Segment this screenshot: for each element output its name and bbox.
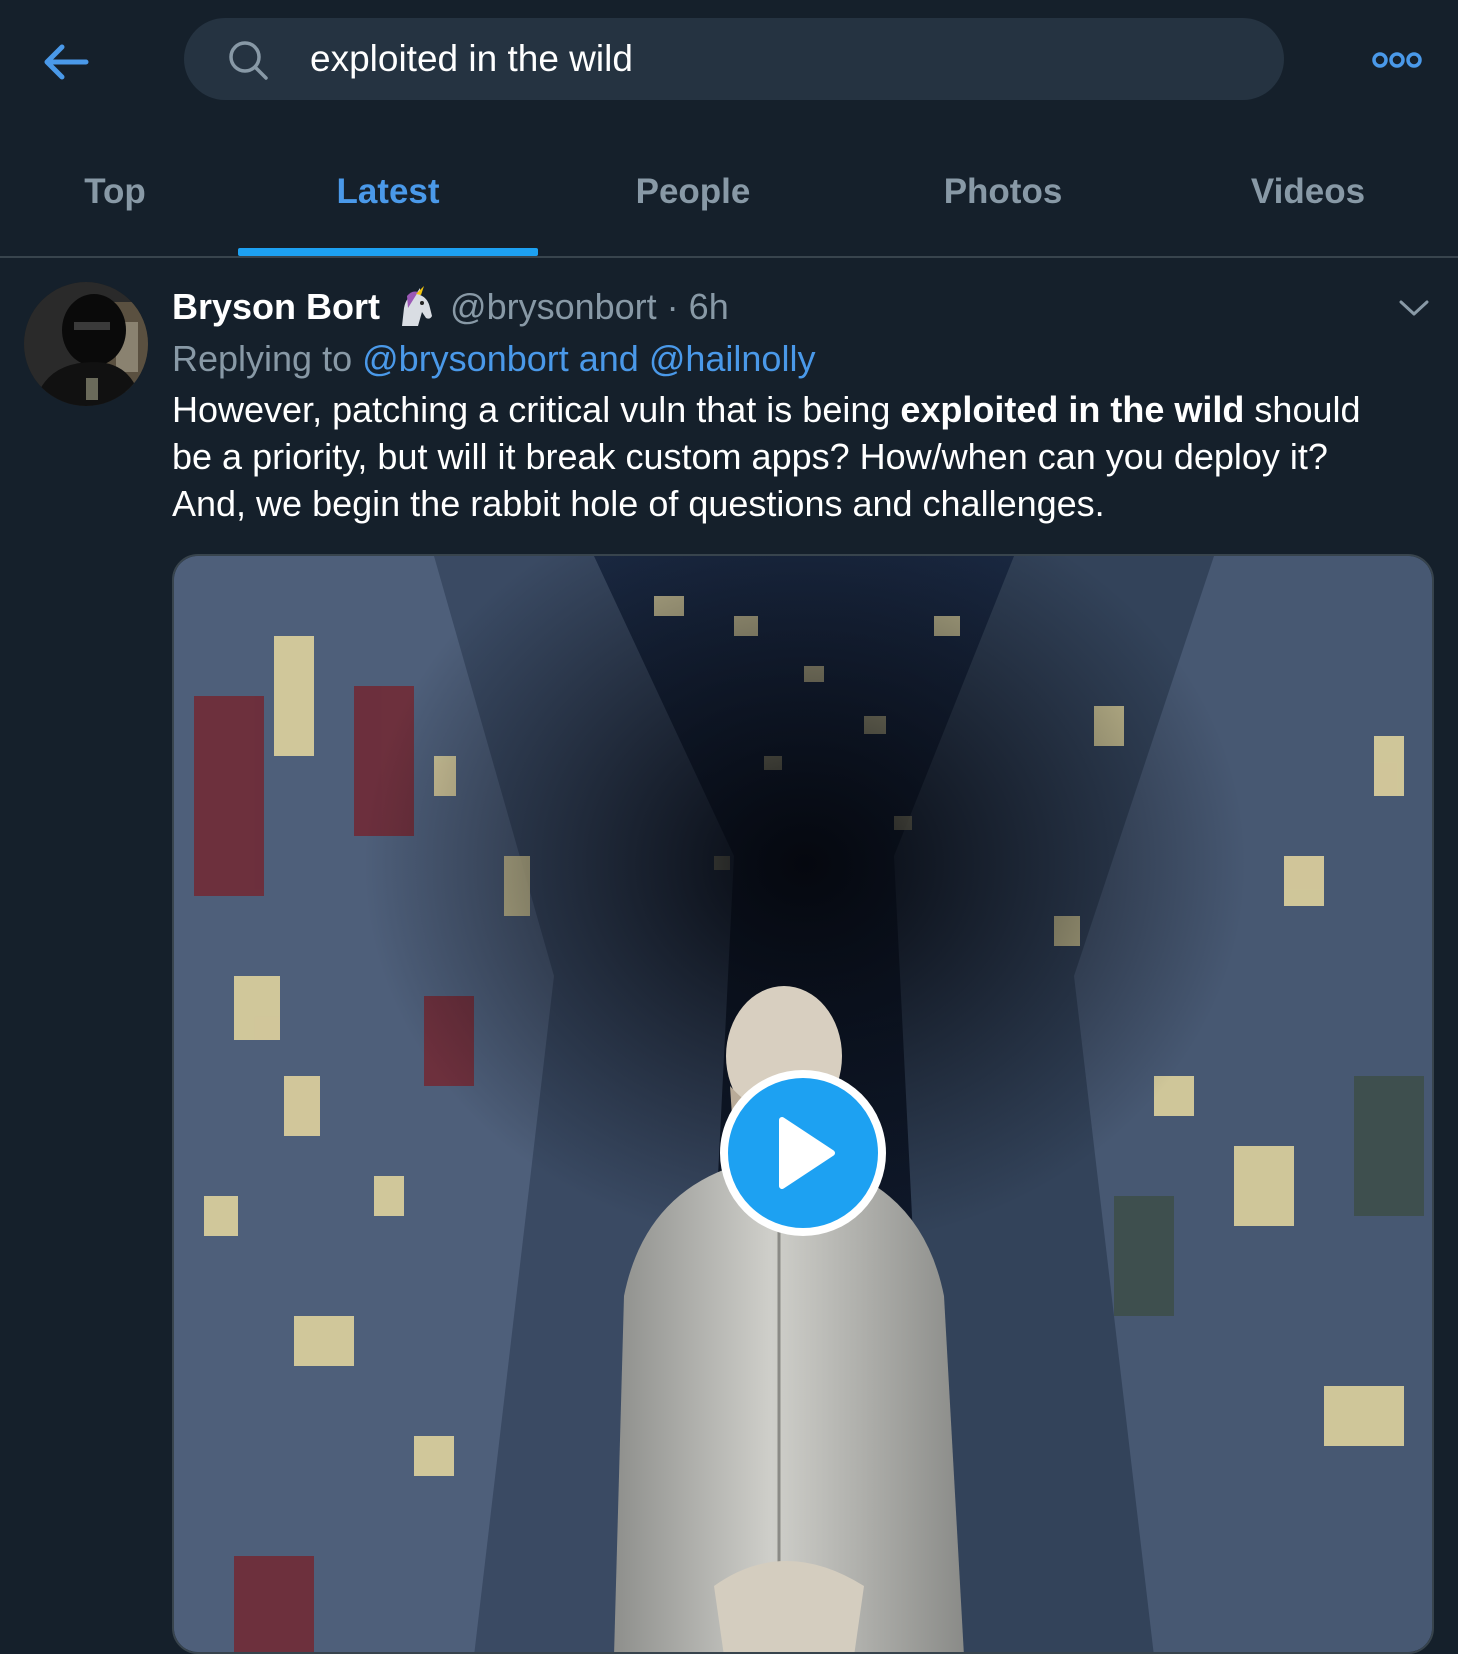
- avatar[interactable]: [24, 282, 148, 406]
- search-input[interactable]: [310, 18, 1250, 100]
- arrow-left-icon: [44, 44, 89, 80]
- tweet-menu-button[interactable]: [1392, 286, 1436, 330]
- author-name[interactable]: Bryson Bort: [172, 286, 380, 328]
- more-button[interactable]: [1362, 36, 1432, 84]
- tweet-header: Bryson Bort @brysonbort · 6h: [172, 282, 729, 332]
- tweet-video[interactable]: [172, 554, 1434, 1654]
- search-box[interactable]: [184, 18, 1284, 100]
- tweet-time[interactable]: 6h: [689, 286, 729, 328]
- active-tab-indicator: [238, 248, 538, 256]
- tab-top[interactable]: Top: [0, 128, 230, 256]
- play-button[interactable]: [720, 1070, 886, 1236]
- play-icon: [779, 1117, 835, 1189]
- tweet-text: However, patching a critical vuln that i…: [172, 386, 1382, 527]
- separator-dot: ·: [666, 286, 679, 327]
- tab-latest[interactable]: Latest: [238, 128, 538, 256]
- back-button[interactable]: [36, 32, 96, 92]
- search-tabs: Top Latest People Photos Videos: [0, 128, 1458, 258]
- unicorn-icon: [402, 286, 433, 326]
- replying-to-line: Replying to @brysonbort and @hailnolly: [172, 334, 815, 384]
- replying-to-link[interactable]: @brysonbort and @hailnolly: [362, 338, 815, 380]
- top-bar: [0, 0, 1458, 128]
- tweet-text-highlight: exploited in the wild: [900, 389, 1245, 430]
- tab-videos[interactable]: Videos: [1158, 128, 1458, 256]
- tweet[interactable]: Bryson Bort @brysonbort · 6h Replying to…: [0, 260, 1458, 1654]
- search-icon: [229, 41, 268, 80]
- tab-photos[interactable]: Photos: [848, 128, 1158, 256]
- tweet-text-before: However, patching a critical vuln that i…: [172, 389, 901, 430]
- author-handle[interactable]: @brysonbort: [450, 286, 657, 328]
- tab-people[interactable]: People: [538, 128, 848, 256]
- more-icon: [1372, 52, 1422, 68]
- replying-prefix: Replying to: [172, 338, 353, 379]
- chevron-down-icon: [1399, 300, 1429, 316]
